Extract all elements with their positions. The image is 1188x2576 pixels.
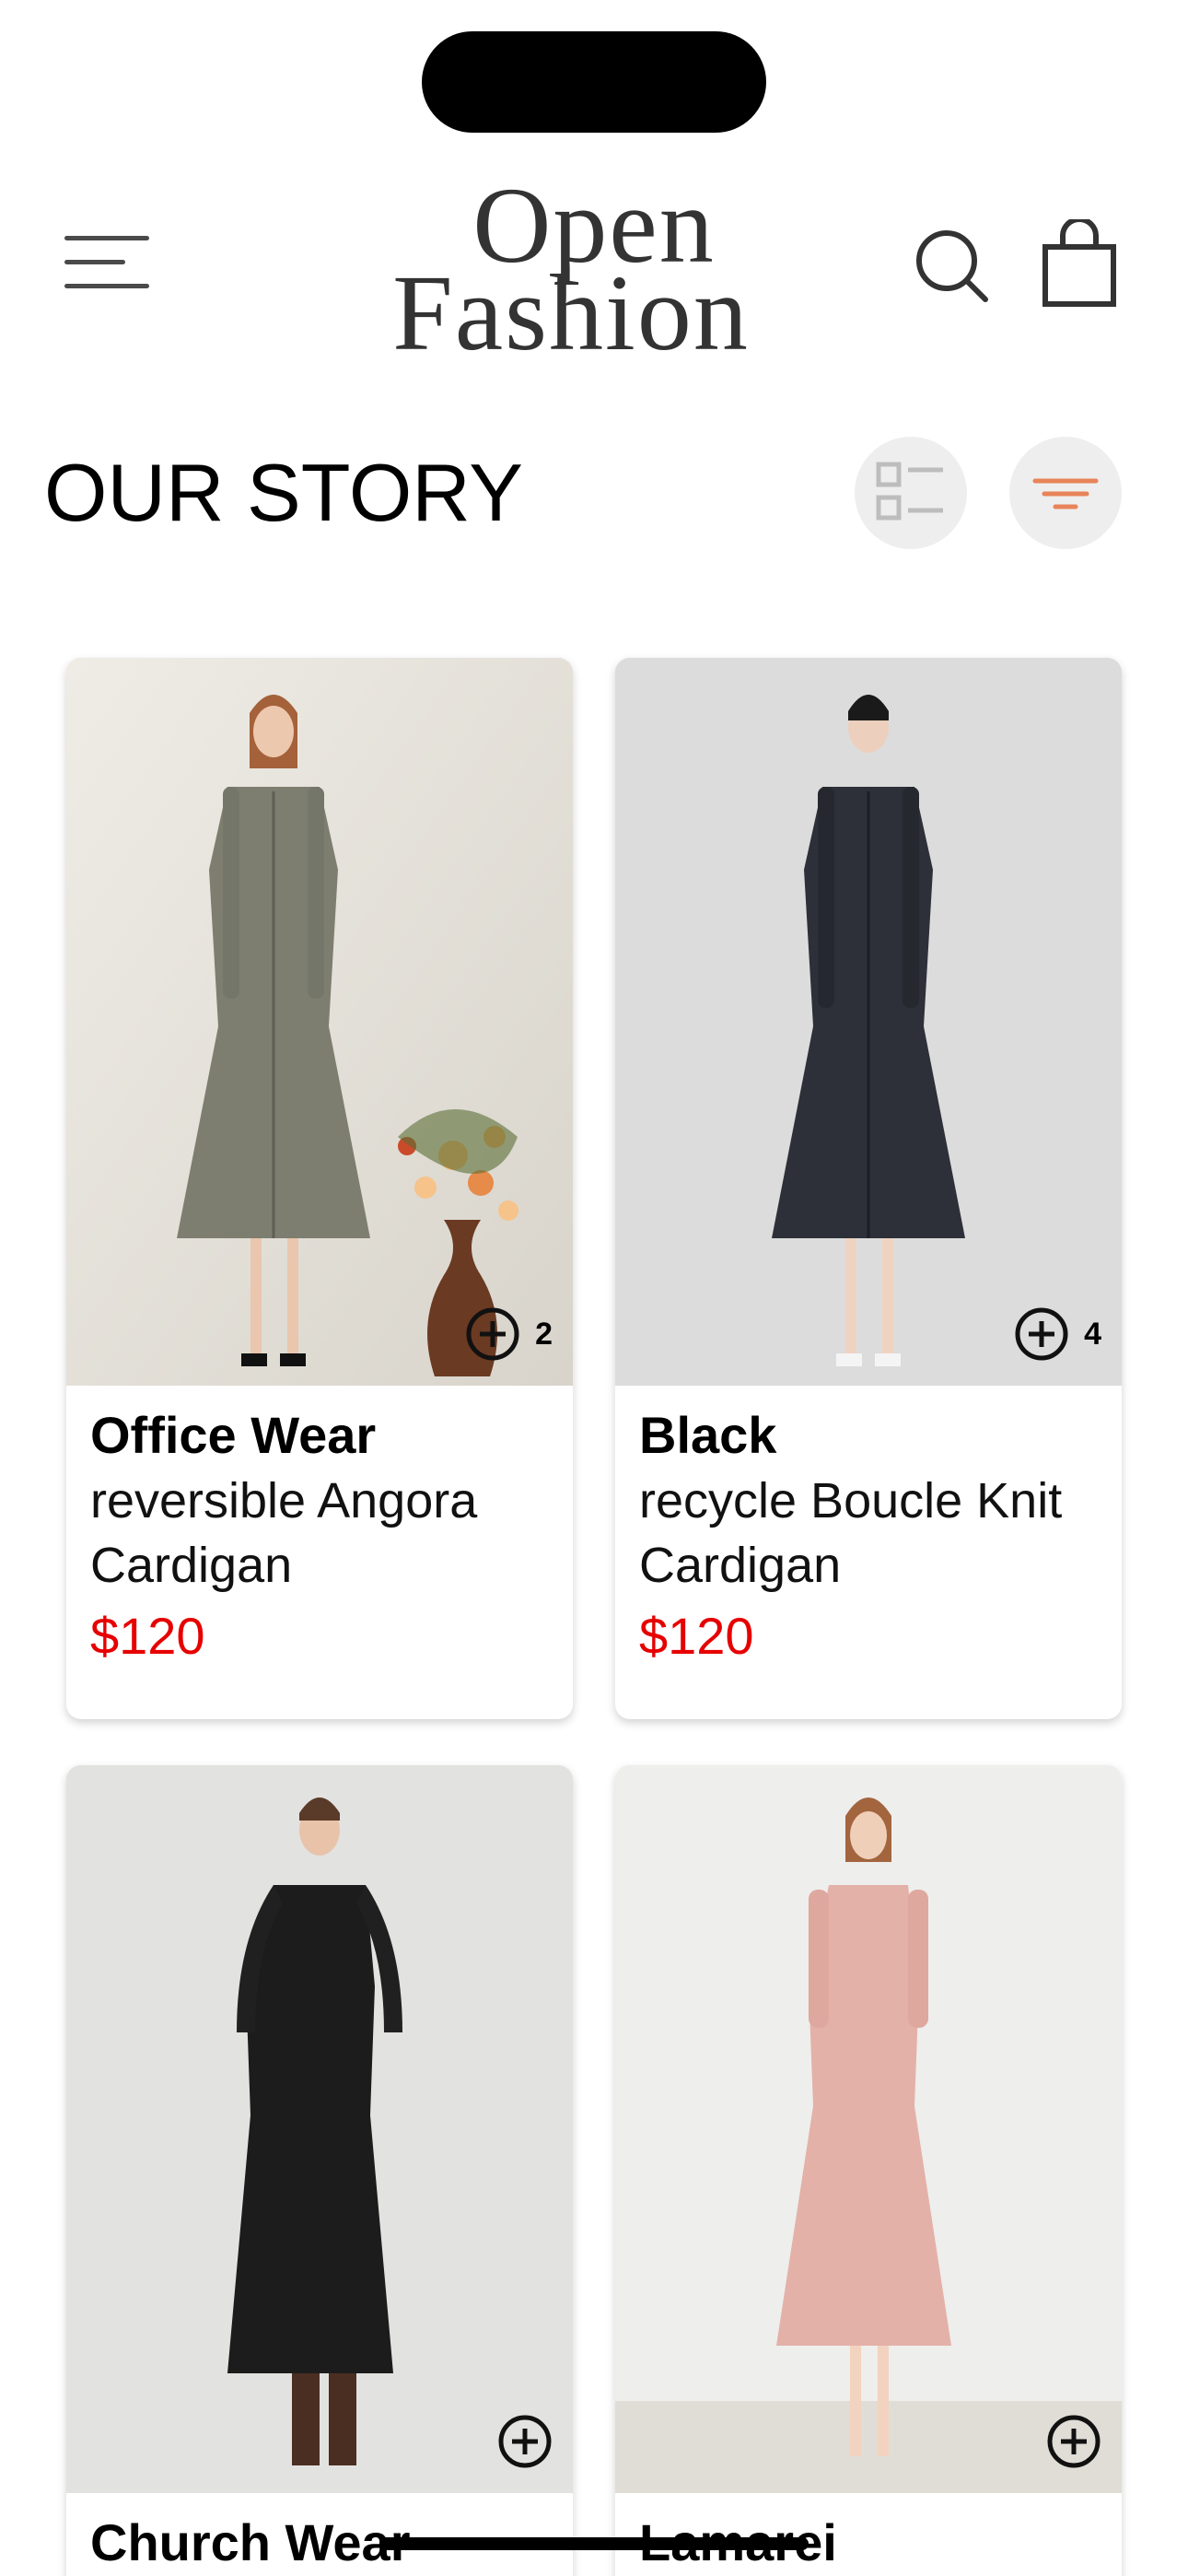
product-photo: 4	[615, 658, 1122, 1386]
product-card[interactable]: Lamarei	[615, 1765, 1122, 2576]
filter-icon	[1032, 478, 1099, 509]
brand-logo[interactable]: Open Fashion	[359, 171, 783, 373]
menu-line	[64, 260, 125, 264]
product-info: Office Wear reversible Angora Cardigan $…	[90, 1402, 560, 1675]
product-card[interactable]: 4 Black recycle Boucle Knit Cardigan $12…	[615, 658, 1122, 1719]
model-illustration	[66, 1765, 573, 2493]
product-card[interactable]: 2 Office Wear reversible Angora Cardigan…	[66, 658, 573, 1719]
filter-button[interactable]	[1009, 437, 1122, 549]
dynamic-island	[422, 31, 766, 133]
model-illustration	[615, 1765, 1122, 2493]
add-to-cart-badge[interactable]	[1046, 2414, 1101, 2469]
plus-circle-icon	[498, 2415, 552, 2468]
product-brand: Black	[639, 1406, 777, 1464]
model-illustration	[615, 658, 1122, 1386]
product-name: recycle Boucle Knit Cardigan	[639, 1473, 1063, 1593]
search-icon	[916, 230, 988, 302]
logo-line-2: Fashion	[392, 252, 750, 373]
plus-circle-icon	[1015, 1307, 1068, 1361]
product-price: $120	[90, 1607, 205, 1665]
home-indicator[interactable]	[379, 2537, 809, 2550]
product-name: reversible Angora Cardigan	[90, 1473, 478, 1593]
add-to-cart-badge[interactable]: 2	[465, 1306, 553, 1362]
menu-line	[64, 284, 149, 288]
page-title: OUR STORY	[44, 447, 523, 538]
product-photo: 2	[66, 658, 573, 1386]
product-photo	[615, 1765, 1122, 2493]
list-view-icon	[876, 462, 943, 521]
add-to-cart-badge[interactable]: 4	[1014, 1306, 1101, 1362]
plus-circle-icon	[466, 1307, 519, 1361]
product-brand: Office Wear	[90, 1406, 377, 1464]
search-button[interactable]	[912, 226, 995, 309]
menu-line	[64, 236, 149, 240]
product-photo	[66, 1765, 573, 2493]
cart-button[interactable]	[1041, 217, 1118, 310]
variant-count: 4	[1084, 1316, 1101, 1352]
product-info: Black recycle Boucle Knit Cardigan $120	[639, 1402, 1109, 1675]
variant-count: 2	[535, 1316, 553, 1352]
product-price: $120	[639, 1607, 754, 1665]
plus-circle-icon	[1047, 2415, 1101, 2468]
product-card[interactable]: Church Wear	[66, 1765, 573, 2576]
menu-button[interactable]	[64, 230, 149, 295]
view-toggle-button[interactable]	[855, 437, 967, 549]
model-illustration	[66, 658, 573, 1386]
add-to-cart-badge[interactable]	[497, 2414, 553, 2469]
shopping-bag-icon	[1042, 217, 1116, 307]
